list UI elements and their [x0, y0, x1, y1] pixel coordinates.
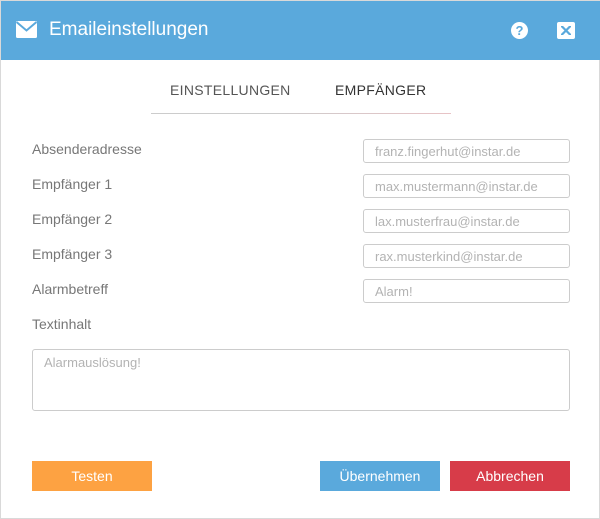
- text-content-label: Textinhalt: [32, 316, 92, 332]
- recipient-3-label: Empfänger 3: [32, 246, 113, 262]
- apply-button[interactable]: Übernehmen: [320, 461, 440, 491]
- recipient-1-label: Empfänger 1: [32, 176, 113, 192]
- recipient-2-input[interactable]: [363, 209, 570, 233]
- help-button[interactable]: ?: [511, 22, 528, 39]
- alarm-subject-label: Alarmbetreff: [32, 281, 108, 297]
- cancel-button[interactable]: Abbrechen: [450, 461, 570, 491]
- recipient-2-label: Empfänger 2: [32, 211, 113, 227]
- recipient-1-input[interactable]: [363, 174, 570, 198]
- text-content-textarea[interactable]: [32, 349, 570, 411]
- email-settings-dialog: Emaileinstellungen ? EINSTELLUNGEN EMPFÄ…: [0, 0, 600, 519]
- close-button[interactable]: [557, 22, 575, 39]
- sender-address-input[interactable]: [363, 139, 570, 163]
- recipient-3-input[interactable]: [363, 244, 570, 268]
- tab-settings[interactable]: EINSTELLUNGEN: [170, 80, 291, 100]
- envelope-icon: [15, 21, 38, 38]
- close-x-icon: [561, 26, 571, 35]
- sender-address-label: Absenderadresse: [32, 141, 142, 157]
- dialog-titlebar: Emaileinstellungen ?: [1, 1, 600, 60]
- tab-underline: [151, 113, 451, 114]
- test-button[interactable]: Testen: [32, 461, 152, 491]
- question-circle-icon: ?: [515, 23, 524, 38]
- tab-recipients[interactable]: EMPFÄNGER: [335, 80, 426, 100]
- alarm-subject-input[interactable]: [363, 279, 570, 303]
- dialog-title: Emaileinstellungen: [49, 19, 209, 40]
